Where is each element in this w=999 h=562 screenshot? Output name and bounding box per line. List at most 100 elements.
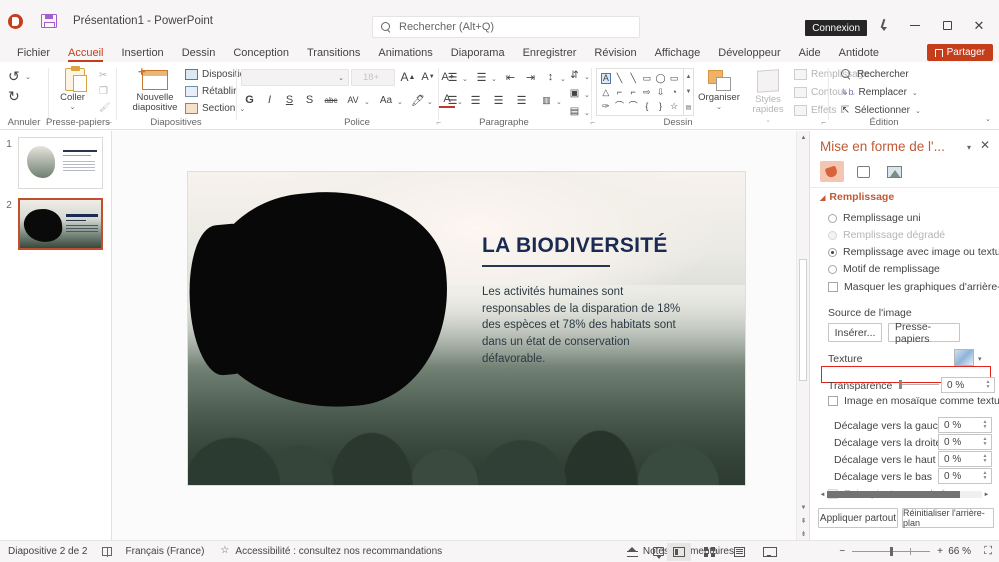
reset-button[interactable]: Rétablir	[185, 86, 236, 97]
save-icon[interactable]	[41, 14, 57, 28]
tab-enregistrer[interactable]: Enregistrer	[514, 47, 586, 62]
bold-button[interactable]: G	[243, 92, 256, 108]
slide-title-text[interactable]: LA BIODIVERSITÉ	[482, 234, 712, 258]
cut-icon[interactable]: ✂	[99, 70, 107, 81]
strikethrough-button[interactable]: abc	[321, 92, 341, 108]
search-box[interactable]: Rechercher (Alt+Q)	[372, 16, 640, 38]
align-text-button[interactable]: ▣	[567, 86, 582, 100]
redo-button[interactable]: ↻	[8, 89, 22, 103]
line-spacing-button[interactable]: ↕	[543, 70, 558, 84]
character-spacing-caret-icon[interactable]: ⌄	[364, 98, 370, 106]
texture-caret-icon[interactable]: ▾	[978, 355, 982, 363]
slideshow-button[interactable]	[757, 543, 781, 561]
radio-button[interactable]	[828, 247, 837, 257]
underline-button[interactable]: S	[283, 92, 296, 108]
inserer-button[interactable]: Insérer...	[828, 323, 882, 342]
slide-thumbnail-pane[interactable]: 1 2	[0, 131, 112, 540]
slide-indicator[interactable]: Diapositive 2 de 2	[8, 546, 88, 557]
checkbox-masquer-graphiques[interactable]: Masquer les graphiques d'arrière-plan	[828, 281, 999, 293]
shape-gallery-grid[interactable]: A ╲ ╲ ▭ ◯ ▭ △ ⌐ ⌐ ⇨ ⇩ ◔ ✑ ⌒ ⌒ { } ☆	[596, 68, 684, 116]
texture-swatch[interactable]	[954, 349, 974, 366]
font-name-caret-icon[interactable]: ⌄	[338, 74, 344, 82]
notes-page-icon[interactable]	[101, 547, 112, 557]
spinner-arrows-icon[interactable]: ▲ ▼	[981, 435, 989, 449]
shape-star-icon[interactable]: ☆	[670, 101, 678, 111]
shape-gallery[interactable]: A ╲ ╲ ▭ ◯ ▭ △ ⌐ ⌐ ⇨ ⇩ ◔ ✑ ⌒ ⌒ { } ☆ ▲ ▼ …	[596, 68, 694, 116]
radio-button[interactable]	[828, 213, 837, 223]
new-slide-button[interactable]: + Nouvelle diapositive	[127, 65, 183, 114]
organiser-caret-icon[interactable]: ⌄	[696, 103, 742, 111]
hscroll-right-icon[interactable]: ►	[982, 492, 991, 498]
hscroll-thumb[interactable]	[827, 491, 961, 498]
zoom-level-label[interactable]: 66 %	[948, 546, 971, 557]
format-pane-close-button[interactable]: ✕	[980, 138, 990, 152]
align-center-button[interactable]: ☰	[468, 93, 483, 107]
slide-sorter-button[interactable]	[697, 543, 721, 561]
shape-scribble-icon[interactable]: ✑	[602, 101, 610, 111]
organiser-button[interactable]: Organiser ⌄	[696, 70, 742, 111]
ribbon-collapse-button[interactable]: ⌄	[985, 115, 991, 123]
scrollbar-thumb[interactable]	[799, 259, 807, 381]
tab-diaporama[interactable]: Diaporama	[442, 47, 514, 62]
tab-antidote[interactable]: Antidote	[830, 47, 888, 62]
reading-view-button[interactable]	[727, 543, 751, 561]
transparence-slider-knob[interactable]	[899, 380, 902, 389]
hscroll-left-icon[interactable]: ◄	[818, 492, 827, 498]
shape-arrow-down-icon[interactable]: ⇩	[657, 87, 665, 97]
italic-button[interactable]: I	[263, 92, 276, 108]
increase-font-size-button[interactable]: A ▲	[400, 69, 416, 85]
radio-remplissage-degrade[interactable]: Remplissage dégradé	[828, 229, 945, 241]
paste-button[interactable]: Coller ⌄	[60, 66, 87, 111]
radio-remplissage-image-texture[interactable]: Remplissage avec image ou texture	[828, 246, 999, 258]
decrease-font-size-button[interactable]: A ▼	[420, 69, 436, 85]
spinner-arrows-icon[interactable]: ▲ ▼	[981, 469, 989, 483]
radio-remplissage-uni[interactable]: Remplissage uni	[828, 212, 921, 224]
align-right-button[interactable]: ☰	[491, 93, 506, 107]
replace-button[interactable]: ↳b Remplacer ⌄	[841, 87, 918, 98]
bullets-button[interactable]: ☰	[445, 70, 460, 84]
shape-brace-right-icon[interactable]: }	[659, 101, 662, 111]
spinner-arrows-icon[interactable]: ▲ ▼	[981, 418, 989, 432]
columns-button[interactable]: ▥	[539, 93, 554, 107]
paste-caret-icon[interactable]: ⌄	[60, 103, 85, 111]
increase-indent-button[interactable]: ⇥	[523, 70, 538, 84]
quick-styles-button[interactable]: Styles rapides ⌄	[746, 69, 790, 124]
shape-rect-icon[interactable]: ▭	[643, 73, 652, 83]
normal-view-button[interactable]	[667, 542, 691, 561]
copy-icon[interactable]: ❐	[99, 86, 108, 97]
section-header-remplissage[interactable]: ◢ Remplissage	[820, 191, 894, 203]
reinitialiser-arriere-plan-button[interactable]: Réinitialiser l'arrière-plan	[902, 508, 994, 528]
font-name-input[interactable]: ⌄	[241, 69, 349, 86]
select-caret-icon[interactable]: ⌄	[915, 107, 921, 115]
select-button[interactable]: ⇱ Sélectionner ⌄	[841, 105, 921, 116]
text-highlight-caret-icon[interactable]: ⌄	[427, 98, 433, 106]
zoom-in-button[interactable]: +	[937, 546, 943, 557]
slide-canvas-area[interactable]: LA BIODIVERSITÉ Les activités humaines s…	[112, 131, 809, 540]
tab-affichage[interactable]: Affichage	[646, 47, 710, 62]
shape-curve-icon[interactable]: ⌒	[615, 101, 624, 111]
zoom-out-button[interactable]: −	[839, 546, 845, 557]
thumbnail-row-2[interactable]: 2	[0, 198, 112, 250]
zoom-slider-knob[interactable]	[890, 547, 894, 556]
font-size-input[interactable]: 18+	[351, 69, 395, 86]
share-button[interactable]: Partager	[926, 44, 993, 61]
format-pane-horizontal-scrollbar[interactable]: ◄ ►	[818, 490, 991, 499]
find-button[interactable]: Rechercher	[841, 69, 909, 80]
tab-insertion[interactable]: Insertion	[112, 47, 172, 62]
text-highlight-button[interactable]: 🖊	[410, 92, 426, 108]
tab-developpeur[interactable]: Développeur	[709, 47, 789, 62]
slide-thumbnail-2[interactable]	[18, 198, 103, 250]
shape-elbow-icon[interactable]: ⌐	[631, 87, 636, 97]
radio-button[interactable]	[828, 264, 837, 274]
numbering-button[interactable]: ☰	[474, 70, 489, 84]
slide-editing-surface[interactable]: LA BIODIVERSITÉ Les activités humaines s…	[188, 172, 745, 485]
spinner-arrows-icon[interactable]: ▲ ▼	[981, 452, 989, 466]
appliquer-partout-button[interactable]: Appliquer partout	[818, 508, 898, 528]
shape-effects-tab[interactable]	[851, 161, 875, 182]
gallery-down-icon[interactable]: ▼	[686, 89, 692, 95]
slide-body-text[interactable]: Les activités humaines sont responsables…	[482, 284, 682, 367]
shape-brace-left-icon[interactable]: {	[645, 101, 648, 111]
thumbnail-row-1[interactable]: 1	[0, 137, 112, 189]
change-case-button[interactable]: Aa	[377, 92, 395, 108]
shape-corner-icon[interactable]: ⌐	[617, 87, 622, 97]
